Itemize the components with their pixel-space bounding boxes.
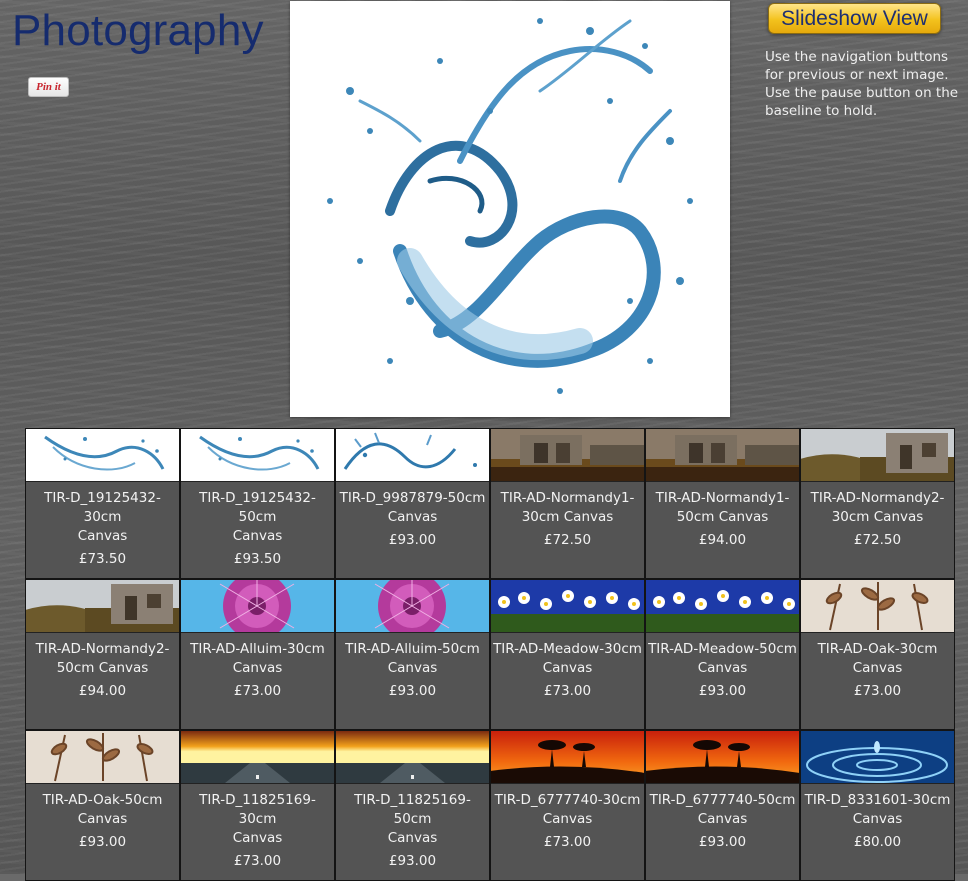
product-name[interactable]: TIR-AD-Oak-30cm Canvas	[801, 633, 954, 678]
product-name[interactable]: TIR-D_11825169-50cm Canvas	[336, 784, 489, 848]
product-thumbnail[interactable]	[646, 731, 799, 784]
product-card[interactable]: TIR-D_11825169-30cm Canvas £73.00	[180, 730, 335, 881]
product-card[interactable]: TIR-D_8331601-30cm Canvas £80.00	[800, 730, 955, 881]
product-name[interactable]: TIR-D_6777740-50cm Canvas	[646, 784, 799, 829]
product-name[interactable]: TIR-AD-Normandy1- 50cm Canvas	[646, 482, 799, 527]
product-price: £93.00	[388, 532, 437, 548]
product-thumbnail[interactable]	[801, 429, 954, 482]
slideshow-view-button[interactable]: Slideshow View	[768, 3, 941, 34]
product-price: £73.00	[233, 853, 282, 869]
product-name[interactable]: TIR-AD-Oak-50cm Canvas	[26, 784, 179, 829]
product-card[interactable]: TIR-AD-Alluim-50cm Canvas £93.00	[335, 579, 490, 730]
product-card[interactable]: TIR-AD-Oak-30cm Canvas £73.00	[800, 579, 955, 730]
product-name[interactable]: TIR-AD-Alluim-30cm Canvas	[181, 633, 334, 678]
product-card[interactable]: TIR-AD-Normandy2- 30cm Canvas £72.50	[800, 428, 955, 579]
product-price: £73.00	[543, 683, 592, 699]
product-card[interactable]: TIR-AD-Meadow-30cm Canvas £73.00	[490, 579, 645, 730]
product-thumbnail[interactable]	[336, 580, 489, 633]
product-name[interactable]: TIR-AD-Normandy2- 50cm Canvas	[26, 633, 179, 678]
product-name[interactable]: TIR-D_19125432-50cm Canvas	[181, 482, 334, 546]
product-price: £93.50	[233, 551, 282, 567]
product-name[interactable]: TIR-AD-Normandy1- 30cm Canvas	[491, 482, 644, 527]
product-price: £93.00	[698, 834, 747, 850]
product-thumbnail[interactable]	[491, 429, 644, 482]
product-name[interactable]: TIR-D_19125432-30cm Canvas	[26, 482, 179, 546]
page-title: Photography	[12, 6, 264, 55]
product-price: £80.00	[853, 834, 902, 850]
product-card[interactable]: TIR-D_6777740-50cm Canvas £93.00	[645, 730, 800, 881]
product-price: £73.00	[543, 834, 592, 850]
product-price: £94.00	[78, 683, 127, 699]
product-name[interactable]: TIR-AD-Meadow-30cm Canvas	[491, 633, 644, 678]
product-price: £72.50	[543, 532, 592, 548]
product-thumbnail[interactable]	[801, 580, 954, 633]
product-thumbnail[interactable]	[646, 429, 799, 482]
product-card[interactable]: TIR-AD-Alluim-30cm Canvas £73.00	[180, 579, 335, 730]
product-thumbnail[interactable]	[801, 731, 954, 784]
product-thumbnail[interactable]	[491, 580, 644, 633]
slideshow-instructions: Use the navigation buttons for previous …	[765, 49, 959, 119]
product-price: £73.00	[233, 683, 282, 699]
product-name[interactable]: TIR-D_8331601-30cm Canvas	[801, 784, 954, 829]
product-price: £72.50	[853, 532, 902, 548]
product-name[interactable]: TIR-D_9987879-50cm Canvas	[336, 482, 489, 527]
product-card[interactable]: TIR-AD-Meadow-50cm Canvas £93.00	[645, 579, 800, 730]
product-price: £94.00	[698, 532, 747, 548]
product-thumbnail[interactable]	[26, 580, 179, 633]
product-price: £73.50	[78, 551, 127, 567]
product-name[interactable]: TIR-AD-Normandy2- 30cm Canvas	[801, 482, 954, 527]
product-card[interactable]: TIR-AD-Normandy1- 30cm Canvas £72.50	[490, 428, 645, 579]
product-price: £93.00	[78, 834, 127, 850]
product-card[interactable]: TIR-D_9987879-50cm Canvas £93.00	[335, 428, 490, 579]
product-thumbnail[interactable]	[336, 731, 489, 784]
product-card[interactable]: TIR-D_11825169-50cm Canvas £93.00	[335, 730, 490, 881]
product-price: £93.00	[698, 683, 747, 699]
product-grid: TIR-D_19125432-30cm Canvas £73.50 TIR-D_1…	[25, 428, 955, 881]
product-name[interactable]: TIR-AD-Alluim-50cm Canvas	[336, 633, 489, 678]
product-thumbnail[interactable]	[26, 429, 179, 482]
product-thumbnail[interactable]	[336, 429, 489, 482]
product-card[interactable]: TIR-D_19125432-30cm Canvas £73.50	[25, 428, 180, 579]
product-card[interactable]: TIR-D_19125432-50cm Canvas £93.50	[180, 428, 335, 579]
product-name[interactable]: TIR-D_11825169-30cm Canvas	[181, 784, 334, 848]
product-thumbnail[interactable]	[491, 731, 644, 784]
product-thumbnail[interactable]	[181, 731, 334, 784]
product-thumbnail[interactable]	[26, 731, 179, 784]
product-card[interactable]: TIR-AD-Normandy2- 50cm Canvas £94.00	[25, 579, 180, 730]
main-photo[interactable]	[290, 1, 730, 417]
product-thumbnail[interactable]	[181, 580, 334, 633]
product-card[interactable]: TIR-AD-Oak-50cm Canvas £93.00	[25, 730, 180, 881]
product-price: £93.00	[388, 683, 437, 699]
pinterest-pin-button[interactable]: Pin it	[28, 77, 69, 97]
product-price: £73.00	[853, 683, 902, 699]
product-card[interactable]: TIR-AD-Normandy1- 50cm Canvas £94.00	[645, 428, 800, 579]
product-name[interactable]: TIR-AD-Meadow-50cm Canvas	[646, 633, 799, 678]
product-price: £93.00	[388, 853, 437, 869]
product-thumbnail[interactable]	[646, 580, 799, 633]
product-card[interactable]: TIR-D_6777740-30cm Canvas £73.00	[490, 730, 645, 881]
product-thumbnail[interactable]	[181, 429, 334, 482]
product-name[interactable]: TIR-D_6777740-30cm Canvas	[491, 784, 644, 829]
